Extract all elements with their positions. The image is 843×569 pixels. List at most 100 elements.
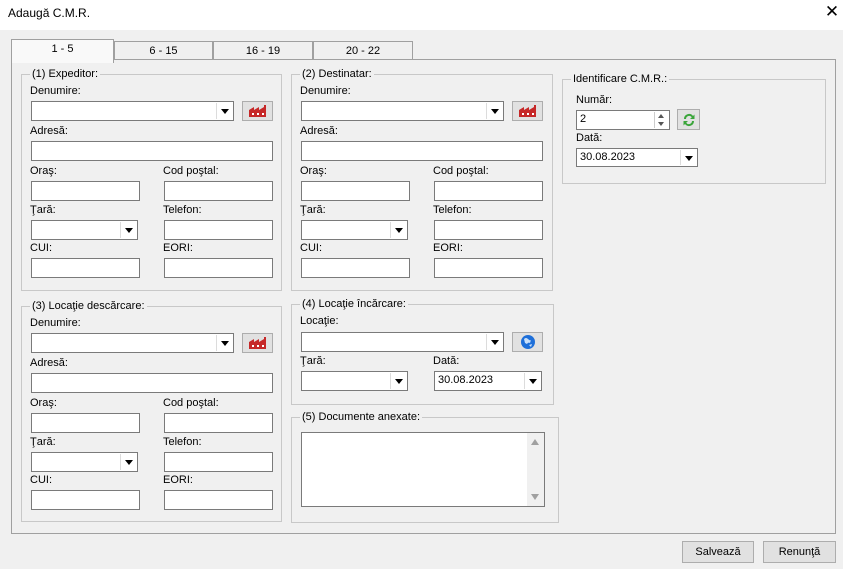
expeditor-cod-postal-label: Cod poştal: (163, 165, 219, 177)
descarcare-cod-postal-label: Cod poştal: (163, 397, 219, 409)
scrollbar[interactable] (527, 433, 544, 506)
chevron-down-icon[interactable] (390, 373, 406, 389)
incarcare-legend: (4) Locaţie încărcare: (300, 298, 408, 310)
incarcare-tara-label: Ţară: (300, 355, 326, 367)
expeditor-oras-input[interactable] (31, 181, 140, 201)
identificare-group: Identificare C.M.R.: Număr: 2 Dată: 30.0… (562, 73, 826, 184)
expeditor-eori-label: EORI: (163, 242, 193, 254)
incarcare-group: (4) Locaţie încărcare: Locaţie: Ţară: Da… (291, 298, 554, 405)
scroll-down-icon[interactable] (531, 494, 539, 500)
numar-label: Număr: (576, 94, 613, 106)
descarcare-cod-postal-input[interactable] (164, 413, 273, 433)
destinatar-cui-label: CUI: (300, 242, 322, 254)
chevron-down-icon[interactable] (216, 103, 232, 119)
descarcare-oras-label: Oraş: (30, 397, 57, 409)
destinatar-eori-label: EORI: (433, 242, 463, 254)
chevron-down-icon[interactable] (680, 150, 696, 165)
refresh-number-button[interactable] (677, 109, 700, 130)
factory-icon (248, 105, 266, 117)
factory-icon (518, 105, 536, 117)
incarcare-data-picker[interactable]: 30.08.2023 (434, 371, 542, 391)
expeditor-legend: (1) Expeditor: (30, 68, 101, 80)
title-bar (0, 0, 843, 30)
expeditor-adresa-label: Adresă: (30, 125, 68, 137)
documente-textarea[interactable] (301, 432, 545, 507)
destinatar-group: (2) Destinatar: Denumire: Adresă: Oraş: … (291, 68, 553, 291)
incarcare-locatie-label: Locaţie: (300, 315, 339, 327)
descarcare-adresa-label: Adresă: (30, 357, 68, 369)
destinatar-tara-select[interactable] (301, 220, 408, 240)
expeditor-cui-label: CUI: (30, 242, 52, 254)
expeditor-telefon-input[interactable] (164, 220, 273, 240)
scroll-up-icon[interactable] (531, 439, 539, 445)
destinatar-legend: (2) Destinatar: (300, 68, 374, 80)
identificare-data-label: Dată: (576, 132, 603, 144)
chevron-down-icon[interactable] (120, 454, 136, 470)
expeditor-oras-label: Oraş: (30, 165, 57, 177)
descarcare-oras-input[interactable] (31, 413, 140, 433)
chevron-down-icon[interactable] (120, 222, 136, 238)
descarcare-denumire-label: Denumire: (30, 317, 81, 329)
factory-icon (248, 337, 266, 349)
destinatar-cod-postal-input[interactable] (434, 181, 543, 201)
descarcare-denumire-combo[interactable] (31, 333, 234, 353)
incarcare-location-button[interactable] (512, 332, 543, 352)
destinatar-eori-input[interactable] (434, 258, 543, 278)
cancel-button[interactable]: Renunţă (763, 541, 836, 563)
descarcare-group: (3) Locaţie descărcare: Denumire: Adresă… (21, 300, 282, 522)
chevron-down-icon[interactable] (486, 334, 502, 350)
destinatar-denumire-combo[interactable] (301, 101, 504, 121)
descarcare-telefon-input[interactable] (164, 452, 273, 472)
incarcare-tara-select[interactable] (301, 371, 408, 391)
stepper-arrows-icon[interactable] (654, 112, 668, 128)
expeditor-telefon-label: Telefon: (163, 204, 202, 216)
expeditor-tara-label: Ţară: (30, 204, 56, 216)
incarcare-data-label: Dată: (433, 355, 460, 367)
numar-spinner[interactable]: 2 (576, 110, 670, 130)
expeditor-cod-postal-input[interactable] (164, 181, 273, 201)
destinatar-denumire-label: Denumire: (300, 85, 351, 97)
descarcare-adresa-input[interactable] (31, 373, 273, 393)
tab-1-5[interactable]: 1 - 5 (11, 39, 114, 63)
close-icon[interactable]: ✕ (822, 2, 842, 22)
chevron-down-icon[interactable] (216, 335, 232, 351)
globe-icon (520, 335, 535, 349)
descarcare-eori-input[interactable] (164, 490, 273, 510)
descarcare-legend: (3) Locaţie descărcare: (30, 300, 147, 312)
destinatar-telefon-input[interactable] (434, 220, 543, 240)
destinatar-tara-label: Ţară: (300, 204, 326, 216)
incarcare-locatie-combo[interactable] (301, 332, 504, 352)
descarcare-cui-input[interactable] (31, 490, 140, 510)
expeditor-cui-input[interactable] (31, 258, 140, 278)
chevron-down-icon[interactable] (390, 222, 406, 238)
chevron-down-icon[interactable] (524, 373, 540, 389)
destinatar-cui-input[interactable] (301, 258, 410, 278)
destinatar-telefon-label: Telefon: (433, 204, 472, 216)
chevron-down-icon[interactable] (486, 103, 502, 119)
documente-group: (5) Documente anexate: (291, 411, 559, 523)
destinatar-company-button[interactable] (512, 101, 543, 121)
destinatar-adresa-input[interactable] (301, 141, 543, 161)
descarcare-cui-label: CUI: (30, 474, 52, 486)
identificare-legend: Identificare C.M.R.: (571, 73, 670, 85)
window-title: Adaugă C.M.R. (8, 6, 91, 20)
descarcare-tara-select[interactable] (31, 452, 138, 472)
expeditor-tara-select[interactable] (31, 220, 138, 240)
expeditor-denumire-label: Denumire: (30, 85, 81, 97)
descarcare-company-button[interactable] (242, 333, 273, 353)
refresh-icon (683, 113, 694, 126)
descarcare-tara-label: Ţară: (30, 436, 56, 448)
descarcare-eori-label: EORI: (163, 474, 193, 486)
expeditor-adresa-input[interactable] (31, 141, 273, 161)
identificare-data-picker[interactable]: 30.08.2023 (576, 148, 698, 167)
expeditor-group: (1) Expeditor: Denumire: Adresă: Oraş: C… (21, 68, 282, 291)
destinatar-cod-postal-label: Cod poştal: (433, 165, 489, 177)
documente-legend: (5) Documente anexate: (300, 411, 423, 423)
expeditor-denumire-combo[interactable] (31, 101, 234, 121)
destinatar-oras-label: Oraş: (300, 165, 327, 177)
destinatar-oras-input[interactable] (301, 181, 410, 201)
destinatar-adresa-label: Adresă: (300, 125, 338, 137)
save-button[interactable]: Salvează (682, 541, 754, 563)
expeditor-eori-input[interactable] (164, 258, 273, 278)
expeditor-company-button[interactable] (242, 101, 273, 121)
